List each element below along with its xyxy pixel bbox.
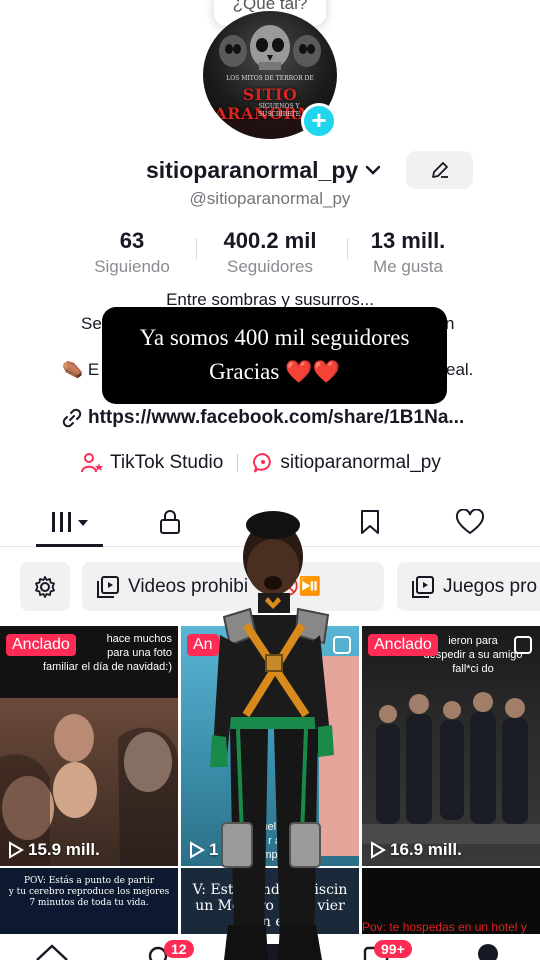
grid-icon — [52, 512, 88, 532]
stat-value: 63 — [119, 228, 145, 253]
video-thumbnail[interactable]: hace muchos para una foto familiar el dí… — [0, 626, 178, 866]
stat-likes[interactable]: 13 mill. Me gusta — [358, 228, 458, 277]
thumbnail-text: Pov: te hospedas en un hotel y — [362, 920, 527, 934]
stat-followers[interactable]: 400.2 mil Seguidores — [206, 228, 334, 277]
profile-link[interactable]: https://www.facebook.com/share/1B1Na... — [62, 407, 464, 429]
playlist-icon — [412, 575, 434, 598]
linked-account-label: sitioparanormal_py — [280, 452, 441, 473]
divider — [237, 454, 239, 472]
chat-bubble-icon — [253, 452, 272, 473]
play-icon — [371, 841, 386, 859]
stat-label: Seguidores — [226, 257, 313, 276]
video-thumbnail[interactable]: ieron para despedir a su amigo fall*ci d… — [362, 626, 540, 866]
view-count-text: 16.9 mill. — [390, 840, 462, 859]
caption-line-2: Gracias ❤️❤️ — [102, 355, 447, 390]
tiktok-studio-link[interactable]: TikTok Studio — [80, 452, 223, 474]
notification-badge: 12 — [164, 940, 194, 958]
hearts-icon: ❤️❤️ — [285, 360, 340, 385]
caption-thanks: Gracias — [209, 359, 280, 384]
edit-profile-button[interactable] — [406, 151, 473, 189]
playlist-chip[interactable]: Juegos pro — [397, 562, 540, 611]
pinned-badge: Anclado — [368, 634, 438, 656]
divider — [196, 238, 197, 260]
view-count: 15.9 mill. — [8, 840, 100, 860]
gear-icon — [35, 575, 55, 598]
lock-icon — [160, 510, 180, 534]
chevron-down-icon — [365, 165, 381, 175]
view-count-text: 15.9 mill. — [28, 840, 100, 859]
stat-label: Siguiendo — [94, 257, 170, 276]
play-icon — [9, 841, 24, 859]
bookmark-icon — [361, 510, 379, 534]
link-icon — [62, 408, 82, 428]
tab-videos[interactable] — [50, 506, 94, 538]
user-handle: @sitioparanormal_py — [189, 189, 351, 208]
studio-row: TikTok Studio sitioparanormal_py — [80, 452, 441, 474]
stat-value: 400.2 mil — [223, 228, 317, 253]
pencil-icon — [431, 162, 448, 178]
bio-line-3-left: ⚰️ E — [62, 360, 100, 379]
stat-following[interactable]: 63 Siguiendo — [82, 228, 182, 277]
active-tab-indicator — [36, 544, 103, 547]
bio-line-2-left: Se — [81, 314, 102, 333]
view-count: 16.9 mill. — [370, 840, 462, 860]
profile-nav-avatar[interactable] — [478, 944, 498, 960]
studio-label: TikTok Studio — [110, 452, 224, 473]
character-overlay — [210, 511, 334, 960]
video-caption-overlay: Ya somos 400 mil seguidores Gracias ❤️❤️ — [102, 307, 447, 404]
home-icon[interactable] — [34, 940, 70, 960]
stat-label: Me gusta — [373, 257, 443, 276]
play-icon — [190, 841, 205, 859]
username: sitioparanormal_py — [146, 156, 359, 183]
video-thumbnail[interactable]: POV: Estás a punto de partir y tu cerebr… — [0, 868, 178, 938]
settings-chip[interactable] — [20, 562, 70, 611]
avatar-top-text: LOS MITOS DE TERROR DE — [226, 75, 314, 82]
add-story-button[interactable]: + — [301, 103, 337, 139]
playlist-icon — [97, 575, 119, 598]
video-thumbnail[interactable]: Pov: te hospedas en un hotel y — [362, 868, 540, 938]
heart-icon — [455, 509, 485, 535]
username-row[interactable]: sitioparanormal_py — [146, 152, 382, 188]
caption-line-1: Ya somos 400 mil seguidores — [139, 325, 410, 350]
bio-line-3-right: eal. — [446, 360, 474, 379]
linked-account[interactable]: sitioparanormal_py — [252, 452, 441, 474]
notification-badge: 99+ — [374, 940, 412, 958]
multi-photo-icon — [514, 636, 532, 654]
link-text: https://www.facebook.com/share/1B1Na... — [88, 407, 465, 428]
tab-liked[interactable] — [450, 506, 490, 538]
group-photo — [362, 692, 540, 844]
thumbnail-text: POV: Estás a punto de partir y tu cerebr… — [8, 876, 170, 908]
divider — [347, 238, 348, 260]
studio-user-icon — [81, 453, 103, 473]
pinned-badge: Anclado — [6, 634, 76, 656]
playlist-label: Juegos pro — [443, 575, 538, 597]
tab-private[interactable] — [150, 506, 190, 538]
stat-value: 13 mill. — [370, 228, 446, 253]
